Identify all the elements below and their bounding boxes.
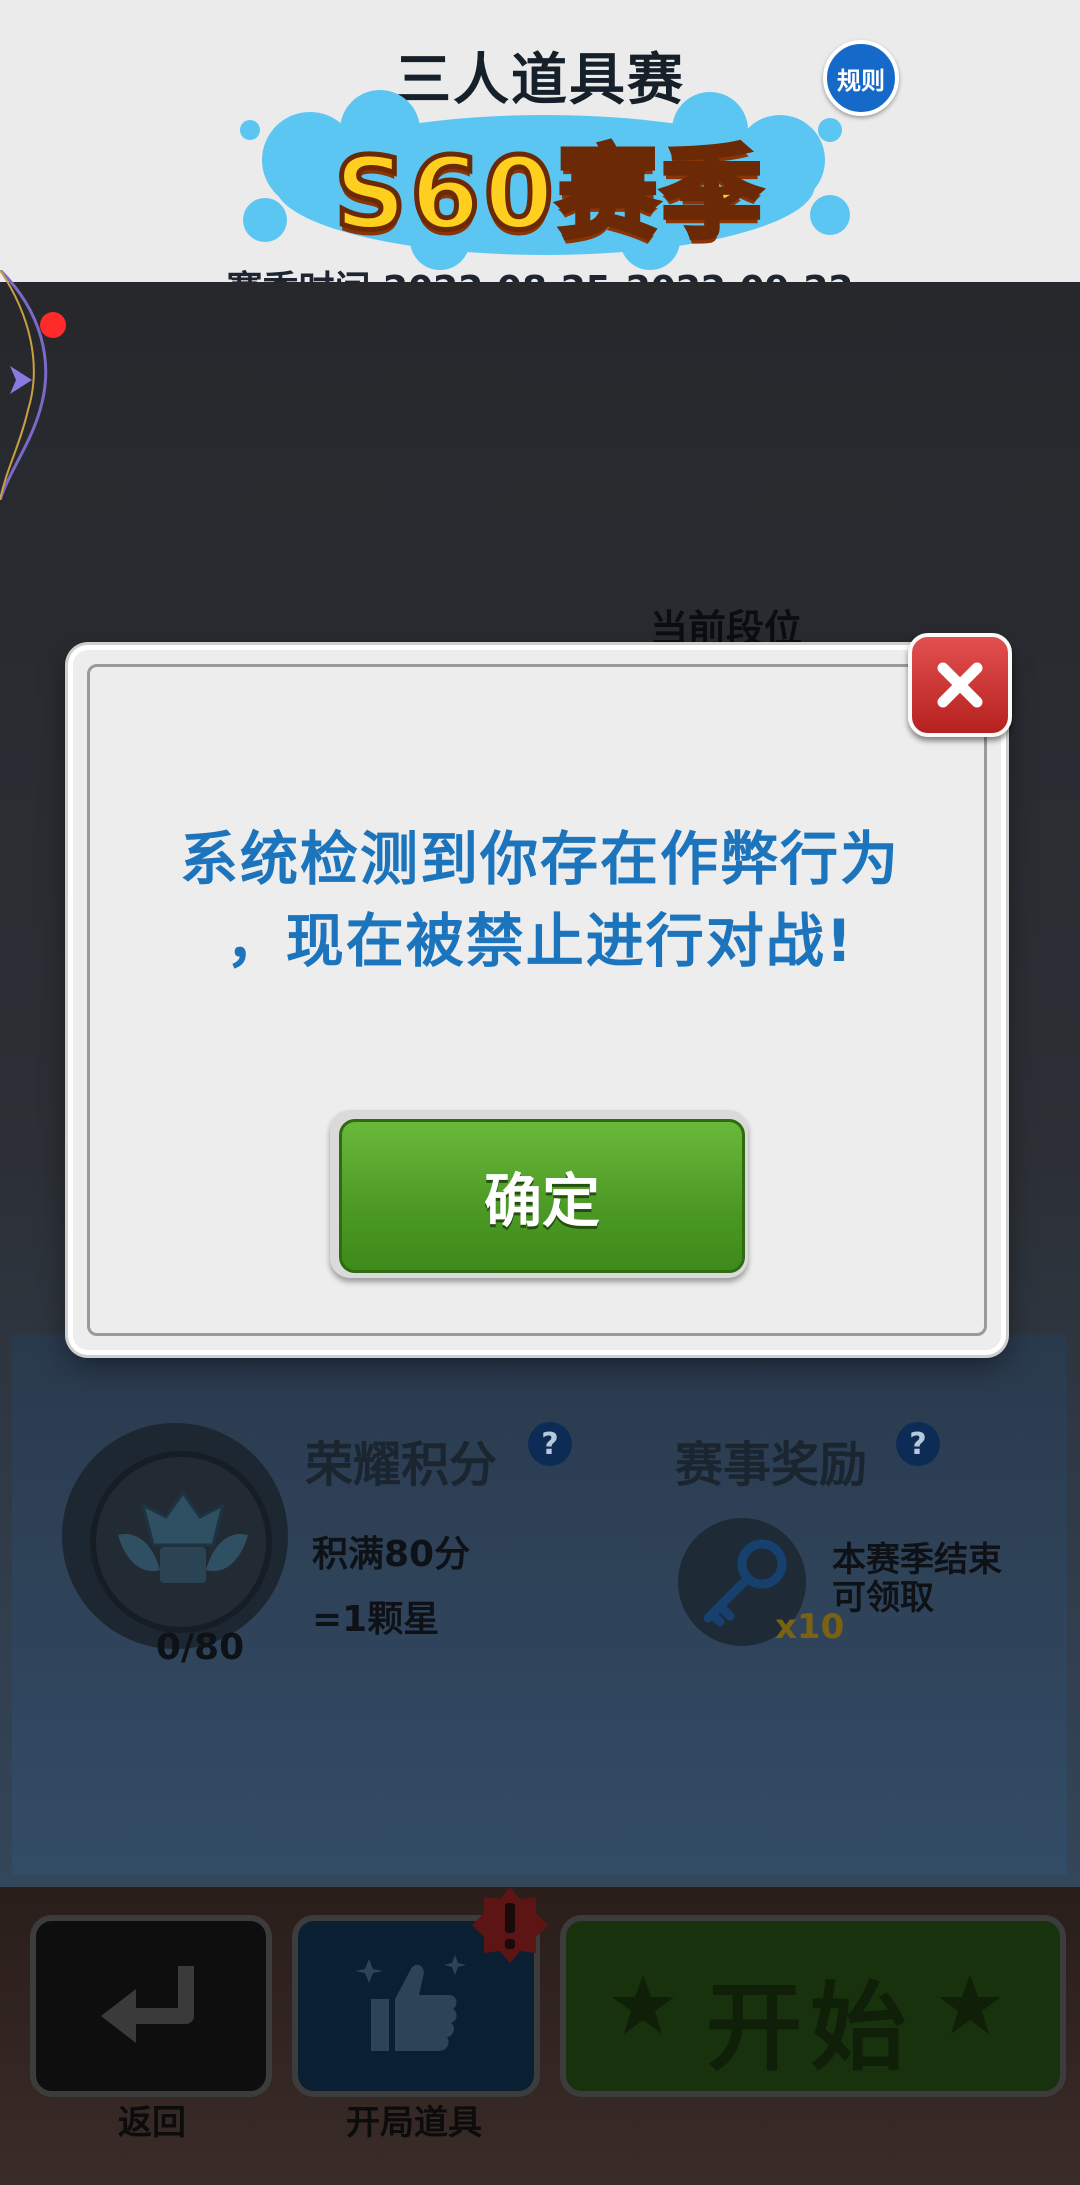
starting-items-label: 开局道具 [346,2103,482,2143]
game-screen: 三人道具赛 规则 S60赛季 赛季时间 2022.08.25-2022.09.2… [0,0,1080,2185]
honor-points-title: 荣耀积分 [305,1437,498,1493]
dialog-message-line2: ，现在被禁止进行对战! [225,907,855,975]
honor-progress: 0/80 [155,1627,245,1668]
close-button[interactable] [908,633,1012,737]
honor-rule-line1: 积满80分 [312,1534,471,1575]
season-label: S60赛季 [332,133,766,255]
crown-wings-icon [118,1490,248,1583]
honor-help-icon[interactable]: ? [528,1422,572,1466]
reward-desc-line2: 可领取 [832,1578,934,1618]
side-drawer-handle-icon[interactable] [0,270,60,500]
dialog-message-line1: 系统检测到你存在作弊行为 [179,825,900,893]
start-label: 开始 [706,1972,914,2084]
thumbs-up-icon [355,1955,466,2051]
notification-dot [40,312,66,338]
dialog-message: 系统检测到你存在作弊行为 ，现在被禁止进行对战! [130,818,950,982]
back-button[interactable] [30,1915,272,2097]
reward-help-icon[interactable]: ? [896,1422,940,1466]
honor-rule-line2: =1颗星 [312,1599,440,1640]
star-left-icon [612,1975,674,2034]
back-label: 返回 [118,2103,186,2143]
return-arrow-icon [101,1966,194,2043]
star-right-icon [939,1975,1001,2034]
event-reward-title: 赛事奖励 [675,1437,868,1493]
alert-badge-icon [472,1887,548,1963]
close-icon [937,662,983,708]
confirm-button[interactable]: 确定 [339,1119,745,1273]
